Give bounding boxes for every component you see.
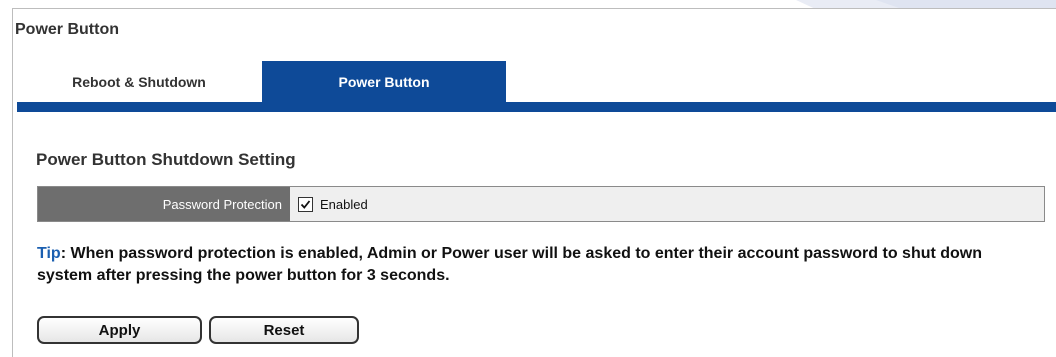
section-title: Power Button Shutdown Setting: [36, 150, 296, 169]
tab-underline: [17, 102, 1056, 112]
enabled-checkbox-label: Enabled: [320, 196, 368, 212]
enabled-checkbox[interactable]: [298, 196, 313, 212]
tab-power-button[interactable]: Power Button: [262, 61, 506, 102]
tip-body: : When password protection is enabled, A…: [37, 245, 983, 284]
checkmark-icon: [300, 199, 311, 209]
tip-prefix: Tip: [37, 245, 61, 262]
apply-button[interactable]: Apply: [37, 316, 202, 344]
setting-value: Enabled: [290, 187, 368, 221]
page-title: Power Button: [15, 21, 119, 38]
password-protection-row: Password Protection Enabled: [37, 186, 1045, 222]
tab-bar: Reboot & Shutdown Power Button: [17, 61, 1056, 102]
tip-text: Tip: When password protection is enabled…: [37, 243, 1037, 287]
password-protection-label: Password Protection: [38, 187, 290, 221]
reset-button[interactable]: Reset: [209, 316, 359, 344]
tab-reboot-shutdown[interactable]: Reboot & Shutdown: [17, 61, 261, 102]
content-frame: Power Button Reboot & Shutdown Power But…: [12, 8, 1056, 357]
